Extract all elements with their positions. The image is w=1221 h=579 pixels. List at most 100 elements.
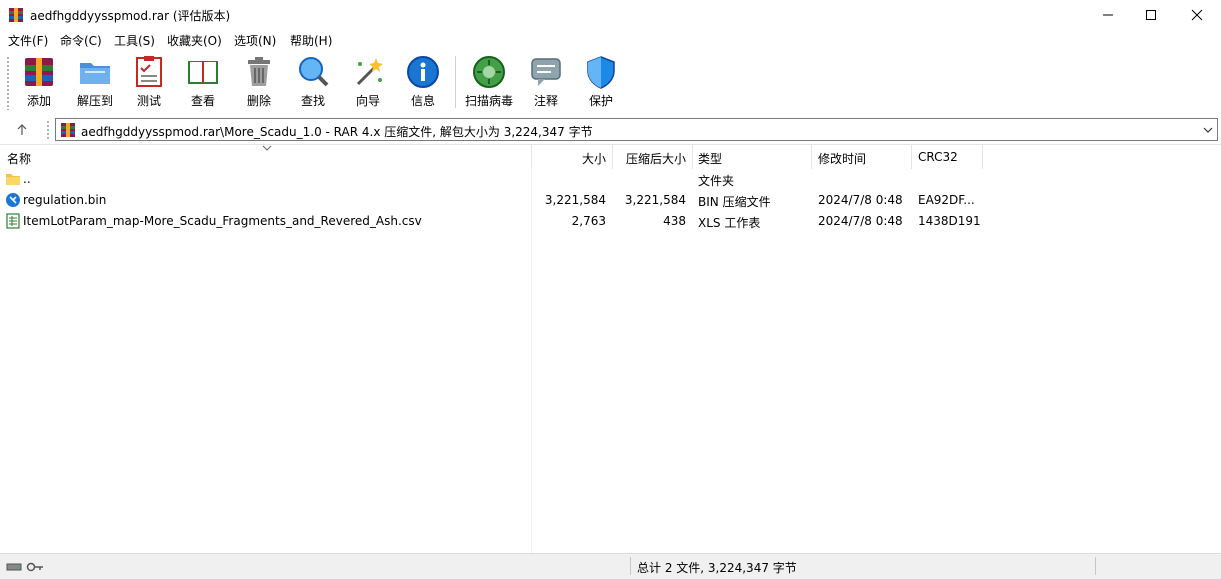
- comment-button[interactable]: 注释: [527, 54, 565, 112]
- file-crc: EA92DF...: [918, 193, 975, 207]
- protect-button[interactable]: 保护: [582, 54, 620, 112]
- add-archive-icon: [25, 58, 53, 86]
- find-button[interactable]: 查找: [294, 54, 332, 112]
- protect-label: 保护: [588, 94, 613, 108]
- close-icon: [1191, 9, 1203, 21]
- address-path: aedfhgddyysspmod.rar\More_Scadu_1.0 - RA…: [81, 125, 593, 139]
- file-type: XLS 工作表: [698, 216, 761, 230]
- column-header-modified-label: 修改时间: [818, 152, 867, 166]
- sort-descending-icon: [262, 145, 272, 151]
- column-header-crc[interactable]: CRC32: [912, 145, 982, 169]
- column-header-packed-label: 压缩后大小: [625, 152, 686, 166]
- file-size: 3,221,584: [544, 193, 606, 207]
- file-type: BIN 压缩文件: [698, 195, 771, 209]
- file-modified: 2024/7/8 0:48: [818, 214, 903, 228]
- view-button[interactable]: 查看: [182, 54, 224, 112]
- file-type: 文件夹: [698, 174, 735, 188]
- shield-icon: [587, 56, 615, 89]
- key-icon[interactable]: [26, 561, 44, 573]
- window-title: aedfhgddyysspmod.rar (评估版本): [30, 9, 231, 23]
- test-label: 测试: [136, 94, 161, 108]
- address-row: aedfhgddyysspmod.rar\More_Scadu_1.0 - RA…: [0, 116, 1221, 144]
- column-header-crc-label: CRC32: [918, 150, 958, 164]
- column-header-size[interactable]: 大小: [532, 145, 612, 169]
- status-summary: 总计 2 文件, 3,224,347 字节: [637, 561, 797, 575]
- wizard-label: 向导: [355, 94, 380, 108]
- maximize-icon: [1146, 10, 1156, 20]
- virus-scan-icon: [473, 56, 505, 88]
- info-label: 信息: [410, 94, 435, 108]
- toolbar-separator: [455, 56, 456, 108]
- chevron-down-icon: [1203, 127, 1213, 133]
- menu-options[interactable]: 选项(N): [234, 32, 276, 49]
- column-header-name[interactable]: 名称: [0, 145, 531, 169]
- menu-help[interactable]: 帮助(H): [290, 32, 332, 49]
- status-bar: 总计 2 文件, 3,224,347 字节: [0, 553, 1221, 579]
- arrow-up-icon: [17, 124, 27, 135]
- menu-tools[interactable]: 工具(S): [114, 32, 155, 49]
- spreadsheet-file-icon: [6, 213, 20, 229]
- add-button[interactable]: 添加: [18, 54, 60, 112]
- drive-icon[interactable]: [6, 561, 22, 573]
- file-packed-size: 3,221,584: [624, 193, 686, 207]
- info-icon: [407, 56, 439, 88]
- column-header-type-label: 类型: [698, 152, 723, 166]
- file-packed-size: 438: [663, 214, 686, 228]
- archive-icon: [61, 123, 75, 137]
- toolbar: 添加 解压到 测试 查看 删除 查找 向导 信息 扫描病毒 注释 保护: [0, 50, 1221, 116]
- extract-folder-icon: [80, 63, 110, 84]
- minimize-icon: [1103, 14, 1113, 16]
- menu-favorites[interactable]: 收藏夹(O): [167, 32, 222, 49]
- file-name: ..: [23, 172, 31, 186]
- title-bar: aedfhgddyysspmod.rar (评估版本): [0, 0, 1221, 30]
- delete-label: 删除: [246, 94, 271, 108]
- address-dropdown-button[interactable]: [1201, 122, 1215, 138]
- trash-icon: [248, 57, 270, 86]
- file-modified: 2024/7/8 0:48: [818, 193, 903, 207]
- wizard-wand-icon: [356, 58, 383, 86]
- find-label: 查找: [300, 94, 325, 108]
- table-row[interactable]: ItemLotParam_map-More_Scadu_Fragments_an…: [0, 211, 1221, 232]
- toolbar-grip: [6, 56, 10, 110]
- menu-file[interactable]: 文件(F): [8, 32, 48, 49]
- extract-button[interactable]: 解压到: [72, 54, 118, 112]
- file-list: 名称 大小 压缩后大小 类型 修改时间 CRC32 .. 文件夹 regulat…: [0, 144, 1221, 554]
- virus-scan-button[interactable]: 扫描病毒: [463, 54, 515, 112]
- file-size: 2,763: [571, 214, 606, 228]
- virus-scan-label: 扫描病毒: [464, 94, 513, 108]
- view-book-icon: [188, 61, 218, 84]
- column-header-size-label: 大小: [581, 152, 606, 166]
- menu-bar: 文件(F) 命令(C) 工具(S) 收藏夹(O) 选项(N) 帮助(H): [0, 30, 1221, 50]
- file-name: regulation.bin: [23, 193, 107, 207]
- maximize-button[interactable]: [1128, 0, 1174, 30]
- add-label: 添加: [26, 94, 51, 108]
- file-name: ItemLotParam_map-More_Scadu_Fragments_an…: [23, 214, 422, 228]
- status-divider: [630, 557, 631, 575]
- delete-button[interactable]: 删除: [240, 54, 278, 112]
- comment-label: 注释: [533, 94, 558, 108]
- address-bar[interactable]: aedfhgddyysspmod.rar\More_Scadu_1.0 - RA…: [55, 118, 1218, 141]
- winrar-app-icon: [9, 8, 23, 22]
- column-header-type[interactable]: 类型: [693, 145, 811, 169]
- file-crc: 1438D191: [918, 214, 981, 228]
- menu-commands[interactable]: 命令(C): [60, 32, 102, 49]
- table-row[interactable]: regulation.bin 3,221,584 3,221,584 BIN 压…: [0, 190, 1221, 211]
- status-icons: [6, 559, 44, 573]
- close-button[interactable]: [1174, 0, 1220, 30]
- test-button[interactable]: 测试: [130, 54, 168, 112]
- column-header-modified[interactable]: 修改时间: [812, 145, 911, 169]
- extract-label: 解压到: [76, 94, 113, 108]
- view-label: 查看: [190, 94, 215, 108]
- comment-icon: [531, 58, 561, 86]
- up-folder-button[interactable]: [8, 119, 36, 141]
- table-row[interactable]: .. 文件夹: [0, 169, 1221, 190]
- test-checklist-icon: [136, 56, 162, 87]
- folder-icon: [6, 174, 20, 185]
- wizard-button[interactable]: 向导: [349, 54, 387, 112]
- column-header-packed[interactable]: 压缩后大小: [613, 145, 692, 169]
- column-divider[interactable]: [982, 145, 983, 169]
- status-divider: [1095, 557, 1096, 575]
- minimize-button[interactable]: [1085, 0, 1131, 30]
- info-button[interactable]: 信息: [404, 54, 442, 112]
- bin-file-icon: [6, 193, 20, 207]
